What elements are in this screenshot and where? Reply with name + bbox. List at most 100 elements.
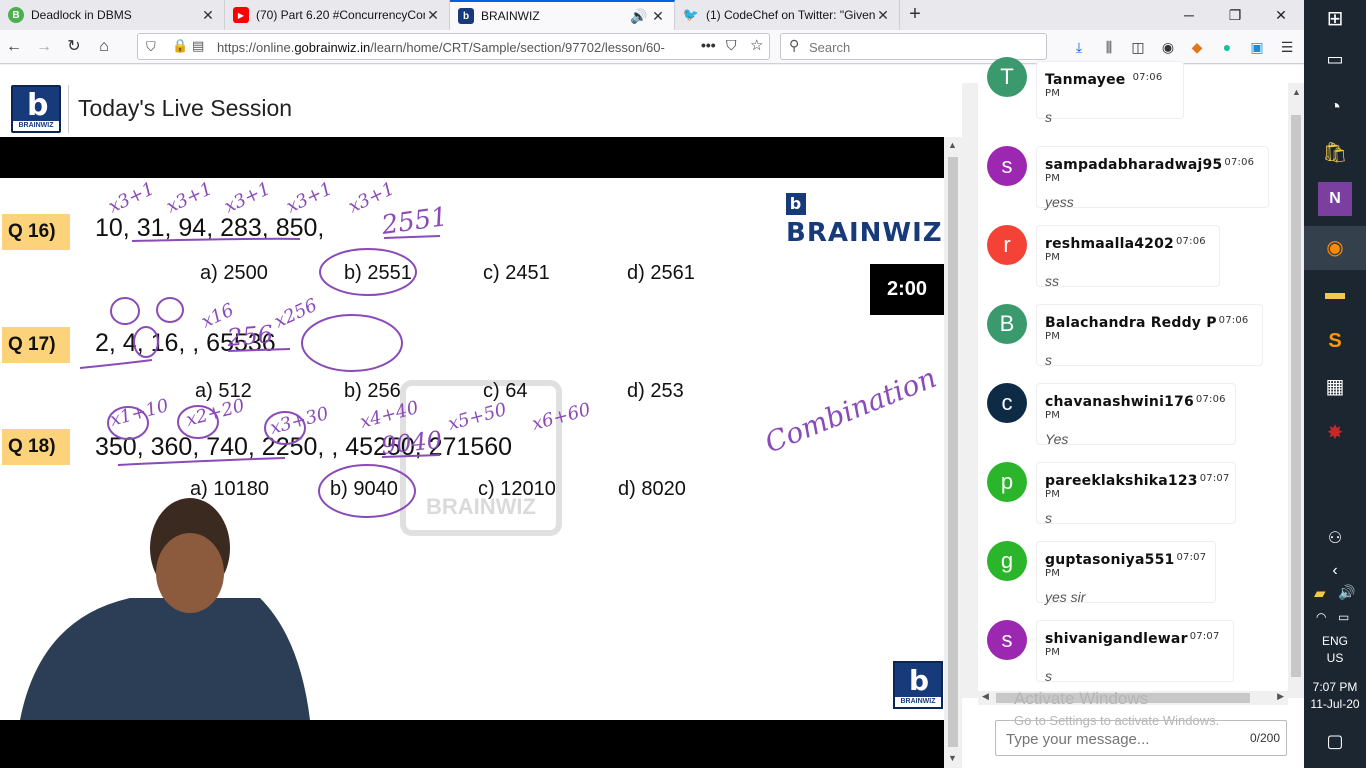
corner-logo-label: BRAINWIZ (895, 697, 941, 707)
chat-left-scrollbar[interactable] (962, 83, 978, 698)
downloads-icon[interactable]: ⤓ (1069, 37, 1089, 57)
save-extension-icon[interactable]: ▣ (1247, 37, 1267, 57)
scroll-right-icon[interactable]: ▶ (1277, 691, 1284, 702)
sidebar-icon[interactable]: ◫ (1128, 37, 1148, 57)
brainwiz-logo[interactable]: b BRAINWIZ (11, 85, 61, 133)
people-icon[interactable]: ⚇ (1318, 522, 1352, 556)
avatar: s (987, 620, 1027, 660)
file-explorer-icon[interactable]: ▬ (1318, 276, 1352, 310)
scrollbar-thumb[interactable] (948, 157, 958, 747)
language-region[interactable]: US (1304, 651, 1366, 665)
chat-scrollbar-thumb[interactable] (1291, 115, 1301, 677)
bookmark-star-icon[interactable]: ☆ (750, 36, 763, 54)
option: d) 2561 (627, 262, 695, 284)
speaker-icon[interactable]: 🔊 (628, 8, 650, 25)
account-icon[interactable]: ◉ (1158, 37, 1178, 57)
chat-scrollbar[interactable]: ▲ (1288, 83, 1304, 698)
lock-icon[interactable]: 🔒 (172, 38, 188, 54)
metamask-icon[interactable]: ◆ (1187, 37, 1207, 57)
message-bubble: pareeklakshika123 07:07 PM s (1036, 462, 1236, 526)
reload-button[interactable]: ↻ (64, 37, 84, 57)
scroll-down-icon[interactable]: ▼ (948, 753, 957, 763)
svg-text:x3+1: x3+1 (221, 178, 274, 217)
calculator-icon[interactable]: ▦ (1318, 370, 1352, 404)
firefox-icon[interactable]: ◉ (1304, 226, 1366, 270)
clock-time[interactable]: 7:07 PM (1304, 680, 1366, 694)
search-bar[interactable]: ⚲ (780, 33, 1047, 60)
username-text: shivanigandlewar (1045, 631, 1188, 647)
presenter (20, 498, 310, 720)
permissions-icon[interactable]: ▤ (192, 38, 204, 54)
battery-icon[interactable]: ▭ (1338, 610, 1349, 624)
chat-message-input[interactable] (1006, 729, 1226, 749)
slide-brand-text: BRAINWIZ (786, 218, 943, 248)
svg-text:x16: x16 (198, 300, 237, 333)
back-button[interactable]: ← (4, 37, 24, 57)
username-text: chavanashwini176 (1045, 394, 1194, 410)
tab-deadlock[interactable]: B Deadlock in DBMS ✕ (0, 0, 225, 30)
url-path: /learn/home/CRT/Sample/section/97702/les… (370, 40, 665, 55)
tab-title: Deadlock in DBMS (31, 8, 132, 22)
show-hidden-icons[interactable]: ‹ (1318, 554, 1352, 588)
page-content: b BRAINWIZ Today's Live Session bBRAINWI… (0, 57, 1304, 768)
scroll-up-icon[interactable]: ▲ (948, 140, 957, 150)
username-text: pareeklakshika123 (1045, 473, 1198, 489)
tab-brainwiz[interactable]: b BRAINWIZ 🔊 ✕ (450, 0, 675, 30)
option: b) 9040 (330, 478, 398, 500)
header-divider (68, 85, 69, 133)
yammer-icon[interactable]: ◔ (1318, 90, 1352, 124)
scroll-up-icon[interactable]: ▲ (1292, 87, 1301, 97)
app-icon[interactable]: ✸ (1318, 416, 1352, 450)
clock-date[interactable]: 11-Jul-20 (1304, 697, 1366, 711)
language-indicator[interactable]: ENG (1304, 634, 1366, 648)
wifi-icon[interactable]: ◠ (1316, 610, 1326, 624)
scroll-left-icon[interactable]: ◀ (982, 691, 989, 702)
brand-b-icon: b (786, 193, 806, 215)
close-tab-icon[interactable]: ✕ (425, 7, 441, 24)
close-window-button[interactable]: ✕ (1258, 0, 1304, 30)
store-icon[interactable]: 🛍 (1318, 136, 1352, 170)
menu-icon[interactable]: ☰ (1277, 37, 1297, 57)
chat-text: yess (1045, 194, 1074, 210)
shield-icon[interactable]: ⛉ (146, 39, 156, 55)
chat-message: B Balachandra Reddy P 07:06 PM s (986, 304, 1286, 374)
message-bubble: Balachandra Reddy P 07:06 PM s (1036, 304, 1263, 368)
close-tab-icon[interactable]: ✕ (650, 8, 666, 25)
restore-button[interactable]: ❐ (1212, 0, 1258, 30)
video-player[interactable]: bBRAINWIZ BRAINWIZ 2:00 Q 16) 10, 31, 94… (0, 137, 944, 768)
onenote-icon[interactable]: N (1318, 182, 1352, 216)
task-view-icon[interactable]: ▭ (1318, 42, 1352, 76)
volume-icon[interactable]: 🔊 (1338, 584, 1355, 601)
notifications-icon[interactable]: ▢ (1318, 724, 1352, 758)
url-text[interactable]: https://online.gobrainwiz.in/learn/home/… (217, 40, 702, 55)
sublime-icon[interactable]: S (1318, 324, 1352, 358)
chat-username: shivanigandlewar 07:07 PM (1045, 631, 1225, 663)
new-tab-button[interactable]: + (904, 4, 926, 26)
avatar: B (987, 304, 1027, 344)
activate-windows-title: Activate Windows (1014, 689, 1149, 708)
slide: bBRAINWIZ BRAINWIZ 2:00 Q 16) 10, 31, 94… (0, 178, 944, 720)
chat-message: T Tanmayee 07:06 PM s (986, 57, 1286, 137)
tab-title: (1) CodeChef on Twitter: "Given (706, 8, 875, 22)
tab-youtube[interactable]: ▶ (70) Part 6.20 #ConcurrencyCon ✕ (225, 0, 450, 30)
close-tab-icon[interactable]: ✕ (200, 7, 216, 24)
windows-start-icon[interactable]: ⊞ (1318, 2, 1352, 36)
chat-input-box[interactable]: 0/200 (995, 720, 1287, 756)
pocket-icon[interactable]: ⛉ (726, 37, 737, 54)
close-tab-icon[interactable]: ✕ (875, 7, 891, 24)
search-input[interactable] (809, 38, 1029, 56)
chat-username: sampadabharadwaj95 07:06 PM (1045, 157, 1260, 189)
tab-twitter[interactable]: 🐦 (1) CodeChef on Twitter: "Given ✕ (675, 0, 900, 30)
home-button[interactable]: ⌂ (94, 37, 114, 57)
search-icon: ⚲ (789, 37, 800, 53)
grammarly-icon[interactable]: ● (1217, 37, 1237, 57)
page-scrollbar[interactable]: ▲ ▼ (944, 137, 962, 768)
username-text: Balachandra Reddy P (1045, 315, 1217, 331)
url-bar[interactable]: ⛉ 🔒 ▤ https://online.gobrainwiz.in/learn… (137, 33, 770, 60)
page-actions-icon[interactable]: ••• (701, 37, 716, 53)
url-domain: gobrainwiz.in (294, 40, 371, 55)
minimize-button[interactable]: ─ (1166, 0, 1212, 30)
library-icon[interactable]: ⫼ (1099, 37, 1119, 57)
forward-button[interactable]: → (34, 37, 54, 57)
sticky-notes-icon[interactable]: ▰ (1314, 584, 1326, 602)
